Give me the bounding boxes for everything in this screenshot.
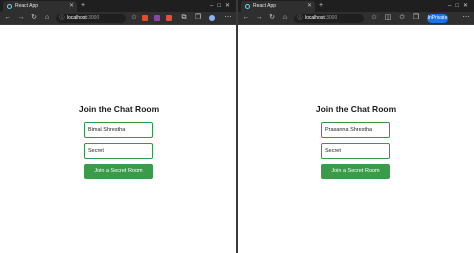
refresh-icon[interactable]: ↻	[268, 14, 276, 22]
browser-window-right: React App ✕ + –□✕ ← → ↻ ⌂ ⓘ localhost:30…	[238, 0, 474, 253]
page-title: Join the Chat Room	[315, 104, 397, 114]
collections-icon[interactable]: ❐	[412, 14, 420, 22]
tab-title: React App	[15, 3, 39, 9]
address-bar[interactable]: ⓘ localhost:3000	[294, 14, 364, 23]
secret-field[interactable]: Secret	[84, 143, 153, 159]
browser-toolbar: ← → ↻ ⌂ ⓘ localhost:3000 ☆ ⧉ ❐ ⋯	[0, 12, 236, 25]
back-arrow-icon[interactable]: ←	[242, 14, 250, 22]
star-icon[interactable]: ☆	[370, 14, 378, 22]
extension-icon[interactable]	[166, 15, 172, 21]
split-screen-icon[interactable]: ◫	[384, 14, 392, 22]
address-host: localhost:3000	[67, 15, 100, 21]
browser-window-left: React App ✕ + –□✕ ← → ↻ ⌂ ⓘ localhost:30…	[0, 0, 236, 253]
tab-title: React App	[253, 3, 277, 9]
tab-strip: React App ✕ + –□✕	[238, 0, 474, 12]
back-arrow-icon[interactable]: ←	[4, 14, 12, 22]
react-logo-icon	[245, 4, 250, 9]
forward-arrow-icon[interactable]: →	[255, 14, 263, 22]
collections-icon[interactable]: ❐	[194, 14, 202, 22]
window-controls[interactable]: –□✕	[210, 1, 234, 11]
secret-field[interactable]: Secret	[321, 143, 390, 159]
join-room-button[interactable]: Join a Secret Room	[321, 164, 390, 179]
extension-icon[interactable]	[142, 15, 148, 21]
profile-icon[interactable]	[209, 15, 215, 21]
more-icon[interactable]: ⋯	[462, 14, 470, 22]
page-content: Join the Chat Room Prasanna Shrestha Sec…	[238, 26, 474, 253]
info-icon[interactable]: ⓘ	[297, 15, 303, 21]
browser-tab[interactable]: React App ✕	[241, 1, 315, 12]
more-icon[interactable]: ⋯	[224, 14, 232, 22]
browser-tab[interactable]: React App ✕	[3, 1, 77, 12]
react-logo-icon	[7, 4, 12, 9]
name-field[interactable]: Bimal Shrestha	[84, 122, 153, 138]
extensions-icon[interactable]: ⧉	[180, 14, 188, 22]
extension-icon[interactable]	[154, 15, 160, 21]
new-tab-button[interactable]: +	[79, 1, 87, 11]
refresh-icon[interactable]: ↻	[30, 14, 38, 22]
home-icon[interactable]: ⌂	[43, 14, 51, 22]
forward-arrow-icon[interactable]: →	[17, 14, 25, 22]
name-field[interactable]: Prasanna Shrestha	[321, 122, 390, 138]
tab-strip: React App ✕ + –□✕	[0, 0, 236, 12]
close-tab-icon[interactable]: ✕	[69, 2, 74, 11]
browser-toolbar: ← → ↻ ⌂ ⓘ localhost:3000 ☆ ◫ ✩ ❐ InPriva…	[238, 12, 474, 25]
info-icon[interactable]: ⓘ	[59, 15, 65, 21]
address-bar[interactable]: ⓘ localhost:3000	[56, 14, 126, 23]
close-tab-icon[interactable]: ✕	[307, 2, 312, 11]
new-tab-button[interactable]: +	[317, 1, 325, 11]
star-icon[interactable]: ☆	[130, 14, 138, 22]
page-title: Join the Chat Room	[78, 104, 160, 114]
inprivate-badge[interactable]: InPrivate	[427, 14, 448, 23]
page-content: Join the Chat Room Bimal Shrestha Secret…	[0, 26, 236, 253]
home-icon[interactable]: ⌂	[281, 14, 289, 22]
window-controls[interactable]: –□✕	[448, 1, 472, 11]
address-host: localhost:3000	[305, 15, 338, 21]
favorites-icon[interactable]: ✩	[398, 14, 406, 22]
join-room-button[interactable]: Join a Secret Room	[84, 164, 153, 179]
